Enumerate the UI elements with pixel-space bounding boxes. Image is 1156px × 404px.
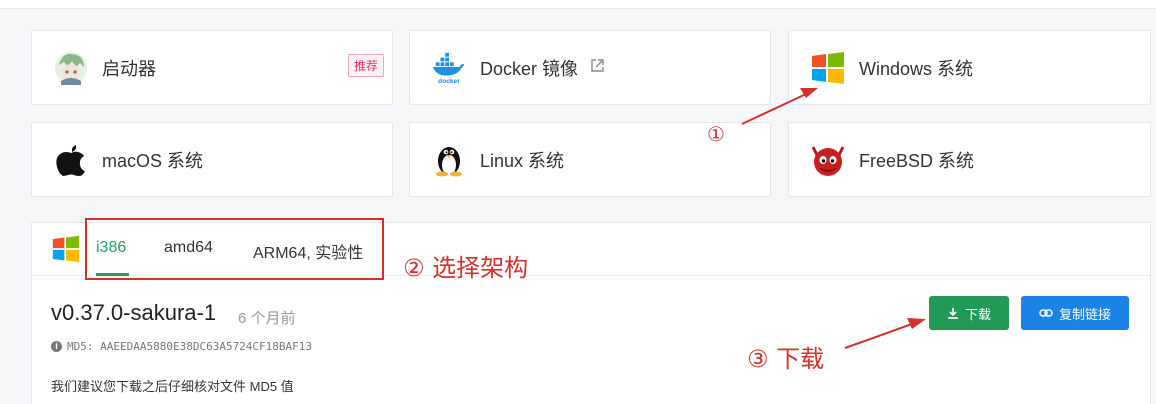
annotation-step-3: ③ 下载 [747,345,825,373]
annotation-step-2: ② 选择架构 [403,254,529,282]
annotation-arrows [741,88,926,349]
annotation-step-1: ① [707,122,725,146]
